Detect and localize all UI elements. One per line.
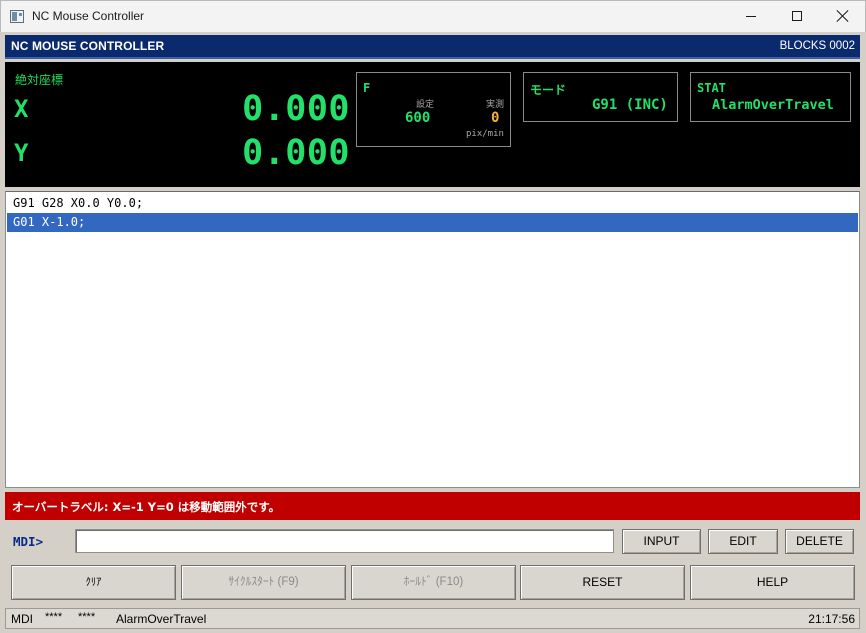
maximize-button[interactable] xyxy=(774,1,820,32)
alarm-bar: オーバートラベル: X=-1 Y=0 は移動範囲外です。 xyxy=(5,492,860,520)
help-button[interactable]: HELP xyxy=(690,565,855,600)
program-line-selected[interactable]: G01 X-1.0; xyxy=(7,213,858,232)
mdi-input[interactable] xyxy=(75,529,614,553)
position-display: 絶対座標 X 0.000 Y 0.000 F 設定 実測 600 0 pix/m… xyxy=(5,62,860,187)
status-clock: 21:17:56 xyxy=(808,612,855,626)
x-axis-label: X xyxy=(14,95,29,123)
status-panel: STAT AlarmOverTravel xyxy=(690,72,851,122)
maximize-icon xyxy=(792,11,802,21)
status-text: AlarmOverTravel xyxy=(116,612,207,626)
delete-button[interactable]: DELETE xyxy=(785,529,854,554)
program-list[interactable]: G91 G28 X0.0 Y0.0; G01 X-1.0; xyxy=(5,191,860,488)
status-title: STAT xyxy=(697,81,726,95)
feed-hold-button[interactable]: ﾎｰﾙﾄﾞ (F10) xyxy=(351,565,516,600)
status-mode: MDI xyxy=(11,612,33,626)
app-title: NC MOUSE CONTROLLER xyxy=(11,39,165,53)
window-titlebar: NC Mouse Controller xyxy=(0,0,866,32)
y-axis-value: 0.000 xyxy=(242,133,350,173)
minimize-icon xyxy=(746,16,756,17)
app-icon xyxy=(10,10,24,23)
cycle-start-button[interactable]: ｻｲｸﾙｽﾀｰﾄ (F9) xyxy=(181,565,346,600)
program-line[interactable]: G91 G28 X0.0 Y0.0; xyxy=(7,194,858,213)
alarm-message: オーバートラベル: X=-1 Y=0 は移動範囲外です。 xyxy=(12,500,281,514)
edit-button[interactable]: EDIT xyxy=(708,529,778,554)
app-header: NC MOUSE CONTROLLER BLOCKS 0002 xyxy=(5,35,860,59)
feedrate-panel: F 設定 実測 600 0 pix/min xyxy=(356,72,511,147)
feedrate-actual-label: 実測 xyxy=(486,100,505,110)
minimize-button[interactable] xyxy=(728,1,774,32)
status-slot-1: **** xyxy=(45,611,63,623)
y-axis-label: Y xyxy=(14,139,29,167)
input-button[interactable]: INPUT xyxy=(622,529,701,554)
status-slot-2: **** xyxy=(78,611,96,623)
coordinate-system-label: 絶対座標 xyxy=(15,73,64,87)
status-bar: MDI **** **** AlarmOverTravel 21:17:56 xyxy=(5,608,860,629)
mode-panel: モード G91 (INC) xyxy=(523,72,678,122)
window-title: NC Mouse Controller xyxy=(32,9,145,23)
feedrate-actual-value: 0 xyxy=(491,110,500,126)
reset-button[interactable]: RESET xyxy=(520,565,685,600)
block-count: BLOCKS 0002 xyxy=(779,40,855,52)
x-axis-value: 0.000 xyxy=(242,89,350,129)
mode-value: G91 (INC) xyxy=(592,97,668,113)
status-value: AlarmOverTravel xyxy=(712,97,834,113)
mdi-label: MDI> xyxy=(13,534,44,549)
clear-button[interactable]: ｸﾘｱ xyxy=(11,565,176,600)
feedrate-set-value: 600 xyxy=(405,110,431,126)
feedrate-title: F xyxy=(363,81,371,95)
close-icon xyxy=(837,10,849,22)
feedrate-unit: pix/min xyxy=(466,129,504,139)
feedrate-set-label: 設定 xyxy=(416,100,435,110)
mode-title: モード xyxy=(530,83,567,97)
close-button[interactable] xyxy=(820,1,866,32)
